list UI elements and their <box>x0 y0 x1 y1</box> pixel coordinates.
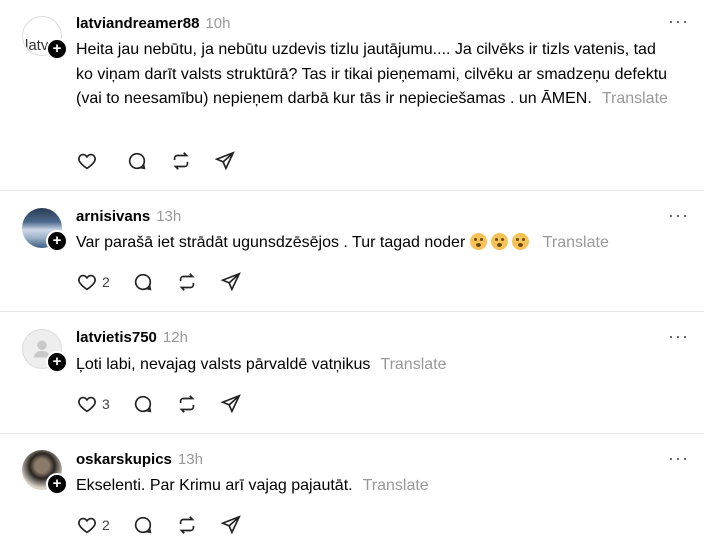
reply-button[interactable] <box>126 148 148 174</box>
like-button[interactable]: 3 <box>76 391 110 417</box>
reply-button[interactable] <box>132 269 154 295</box>
share-button[interactable] <box>214 148 236 174</box>
repost-icon <box>173 152 189 170</box>
post-actions <box>76 148 258 174</box>
follow-plus-icon[interactable]: + <box>46 473 68 495</box>
repost-icon <box>179 273 195 291</box>
reply-button[interactable] <box>132 391 154 417</box>
username[interactable]: latviandreamer88 10h <box>76 15 230 32</box>
like-button[interactable]: 2 <box>76 269 110 295</box>
more-icon[interactable]: ··· <box>668 327 689 345</box>
comment-icon <box>134 395 152 413</box>
more-icon[interactable]: ··· <box>668 449 689 467</box>
more-icon[interactable]: ··· <box>668 206 689 224</box>
heart-icon <box>78 396 96 413</box>
username[interactable]: oskarskupics 13h <box>76 451 203 468</box>
avatar-alt-text: latv <box>25 37 49 54</box>
repost-icon <box>179 395 195 413</box>
repost-button[interactable] <box>176 391 198 417</box>
comment-icon <box>134 516 152 534</box>
post-text: Ļoti labi, nevajag valsts pārvaldē vatņi… <box>76 356 447 373</box>
post-text: Heita jau nebūtu, ja nebūtu uzdevis tizl… <box>76 41 668 107</box>
follow-plus-icon[interactable]: + <box>46 230 68 252</box>
comment-icon <box>134 273 152 291</box>
divider <box>0 311 704 312</box>
translate-link[interactable]: Translate <box>363 477 429 494</box>
repost-button[interactable] <box>176 512 198 538</box>
more-icon[interactable]: ··· <box>668 12 689 30</box>
like-button[interactable] <box>76 148 98 174</box>
share-button[interactable] <box>220 512 242 538</box>
translate-link[interactable]: Translate <box>602 90 668 107</box>
comment-icon <box>128 152 146 170</box>
like-count: 2 <box>102 517 110 533</box>
follow-plus-icon[interactable]: + <box>46 38 68 60</box>
flushed-emoji-icon <box>511 233 529 250</box>
repost-icon <box>179 516 195 534</box>
username[interactable]: latvietis750 12h <box>76 329 188 346</box>
like-count: 3 <box>102 396 110 412</box>
timestamp: 12h <box>162 329 188 346</box>
post-text: Var parašā iet strādāt ugunsdzēsējos . T… <box>76 233 609 251</box>
timestamp: 10h <box>205 15 231 32</box>
post-actions: 3 <box>76 391 264 417</box>
flushed-emoji-icon <box>469 233 487 250</box>
send-icon <box>220 272 241 292</box>
reply-button[interactable] <box>132 512 154 538</box>
timestamp: 13h <box>177 451 203 468</box>
heart-icon <box>78 274 96 291</box>
send-icon <box>220 394 241 414</box>
like-button[interactable]: 2 <box>76 512 110 538</box>
heart-icon <box>78 153 96 170</box>
repost-button[interactable] <box>176 269 198 295</box>
send-icon <box>214 151 235 171</box>
share-button[interactable] <box>220 269 242 295</box>
divider <box>0 190 704 191</box>
repost-button[interactable] <box>170 148 192 174</box>
username[interactable]: arnisivans 13h <box>76 208 181 225</box>
divider <box>0 433 704 434</box>
post-actions: 2 <box>76 512 264 538</box>
translate-link[interactable]: Translate <box>380 356 446 373</box>
share-button[interactable] <box>220 391 242 417</box>
send-icon <box>220 515 241 535</box>
like-count: 2 <box>102 274 110 290</box>
flushed-emoji-icon <box>490 233 508 250</box>
post-text: Ekselenti. Par Krimu arī vajag pajautāt.… <box>76 477 429 494</box>
heart-icon <box>78 517 96 534</box>
follow-plus-icon[interactable]: + <box>46 351 68 373</box>
timestamp: 13h <box>156 208 182 225</box>
translate-link[interactable]: Translate <box>543 234 609 251</box>
post-actions: 2 <box>76 269 264 295</box>
